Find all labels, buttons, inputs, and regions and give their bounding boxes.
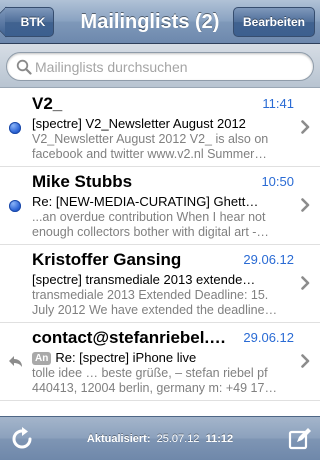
bottom-toolbar: Aktualisiert: 25.07.12 11:12 (0, 416, 320, 460)
compose-icon[interactable] (288, 427, 312, 451)
message-date: 10:50 (261, 174, 294, 189)
chevron-right-icon (301, 276, 310, 290)
chevron-right-icon (301, 120, 310, 134)
message-subject: [spectre] transmediale 2013 extende… (32, 272, 256, 287)
message-subject: [spectre] V2_Newsletter August 2012 (32, 116, 246, 131)
back-button-label: BTK (20, 15, 46, 29)
chevron-right-icon (301, 198, 310, 212)
message-sender: Mike Stubbs (32, 172, 133, 191)
message-subject: An Re: [spectre] iPhone live (32, 350, 288, 365)
update-status: Aktualisiert: 25.07.12 11:12 (60, 417, 260, 460)
back-button[interactable]: BTK (5, 7, 54, 37)
search-icon (16, 59, 32, 75)
chevron-right-icon (301, 354, 310, 368)
status-time: 11:12 (205, 433, 234, 445)
message-date: 29.06.12 (243, 252, 294, 267)
message-sender: V2_ (32, 94, 63, 113)
message-row[interactable]: V2_ 11:41 [spectre] V2_Newsletter August… (0, 89, 320, 167)
message-date: 29.06.12 (243, 330, 294, 345)
search-field[interactable] (6, 52, 314, 81)
search-input[interactable] (35, 53, 303, 80)
search-bar (0, 44, 320, 88)
message-subject-text: Re: [spectre] iPhone live (55, 350, 197, 365)
page-title: Mailinglists (2) (80, 11, 220, 33)
replied-arrow-icon (9, 356, 22, 367)
recipient-tag: An (32, 352, 52, 365)
status-label: Aktualisiert: (86, 433, 151, 445)
edit-button-label: Bearbeiten (242, 15, 306, 29)
message-row[interactable]: contact@stefanriebel.… 29.06.12 An Re: [s… (0, 323, 320, 401)
message-subject: Re: [NEW-MEDIA-CURATING] Ghett… (32, 194, 259, 209)
status-date: 25.07.12 (156, 433, 200, 445)
message-row[interactable]: Mike Stubbs 10:50 Re: [NEW-MEDIA-CURATIN… (0, 167, 320, 245)
unread-indicator-icon (9, 200, 21, 212)
navigation-bar: BTK Mailinglists (2) Bearbeiten (0, 0, 320, 44)
edit-button[interactable]: Bearbeiten (233, 7, 315, 37)
unread-indicator-icon (9, 122, 21, 134)
message-date: 11:41 (262, 96, 294, 111)
message-list: V2_ 11:41 [spectre] V2_Newsletter August… (0, 89, 320, 401)
message-sender: contact@stefanriebel.… (32, 328, 227, 347)
message-preview: V2_Newsletter August 2012 V2_ is also on… (32, 132, 269, 161)
message-row[interactable]: Kristoffer Gansing 29.06.12 [spectre] tr… (0, 245, 320, 323)
message-preview: transmediale 2013 Extended Deadline: 15.… (32, 288, 278, 317)
message-preview: ...an overdue contribution When I hear n… (32, 210, 269, 239)
message-sender: Kristoffer Gansing (32, 250, 182, 269)
message-preview: tolle idee … beste grüße, – stefan riebe… (32, 366, 277, 395)
refresh-icon[interactable] (10, 427, 34, 451)
